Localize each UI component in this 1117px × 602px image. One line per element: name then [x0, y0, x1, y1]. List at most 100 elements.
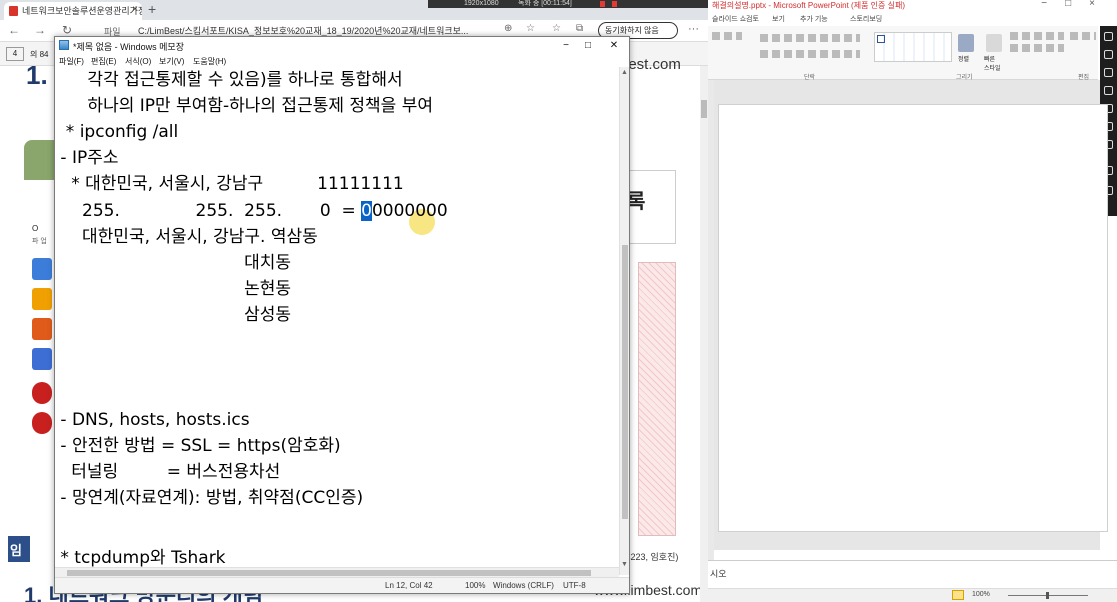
alignment-buttons[interactable]	[760, 50, 860, 58]
app-icon[interactable]	[32, 348, 52, 370]
notes-text: 시오	[710, 569, 727, 579]
slide-canvas	[714, 80, 1108, 550]
minimize-button[interactable]: −	[555, 37, 577, 54]
view-normal-icon[interactable]	[952, 590, 964, 600]
app-icon[interactable]	[32, 318, 52, 340]
ppt-zoom: 100%	[972, 591, 990, 598]
horizontal-scroll-thumb[interactable]	[67, 570, 591, 576]
text-line: 하나의 IP만 부여함-하나의 접근통제 정책을 부여	[55, 96, 434, 116]
shape-selected[interactable]	[877, 35, 885, 43]
quick-styles-label: 빠른 스타일	[984, 57, 1001, 72]
author-note: s223, 임호진)	[626, 552, 679, 562]
text-line: - IP주소	[55, 148, 119, 168]
notepad-title-bar: *제목 없음 - Windows 메모장 − □ ✕	[55, 37, 629, 54]
pen-icon[interactable]	[1104, 32, 1113, 41]
menu-file[interactable]: 파일(F)	[59, 56, 84, 67]
text-line: - DNS, hosts, hosts.ics	[55, 410, 250, 430]
notes-pane[interactable]: 시오	[708, 560, 1117, 588]
text-line: 대치동	[55, 253, 292, 273]
window-controls[interactable]: −□×	[1041, 0, 1113, 9]
text-line: 논현동	[55, 279, 292, 299]
menu-help[interactable]: 도움말(H)	[193, 56, 226, 67]
scroll-down-icon[interactable]: ▼	[621, 561, 628, 568]
zoom-slider-knob[interactable]	[1046, 592, 1049, 599]
selected-text: 0	[361, 201, 372, 221]
paragraph-buttons[interactable]	[760, 34, 860, 42]
notepad-icon	[59, 40, 69, 50]
shape-outline-buttons[interactable]	[1010, 44, 1064, 52]
shapes-gallery[interactable]	[874, 32, 952, 62]
quick-styles-icon[interactable]	[986, 34, 1002, 52]
encoding: UTF-8	[563, 581, 586, 590]
ribbon-tabs: 슬라이드 쇼 검토 보기 추가 기능 스토리보딩	[708, 12, 1117, 26]
browser-tab-bar: 네트워크보안솔루션운영관리가정 × + 1920x1080 녹화 중 [00:1…	[0, 0, 708, 20]
menu-bar: 파일(F) 편집(E) 서식(O) 보기(V) 도움말(H)	[55, 54, 629, 67]
maximize-button[interactable]: □	[577, 37, 599, 54]
app-icon[interactable]	[32, 258, 52, 280]
more-menu-icon[interactable]: ···	[688, 23, 699, 35]
close-tab-icon[interactable]: ×	[132, 4, 138, 15]
scroll-up-icon[interactable]: ▲	[621, 69, 628, 76]
zoom-icon[interactable]: ⊕	[504, 23, 512, 34]
ppt-status-bar: 100%	[708, 588, 1117, 602]
pause-icon[interactable]	[600, 1, 605, 7]
ppt-title: 해결의설명.pptx - Microsoft PowerPoint (제품 인증…	[712, 1, 905, 10]
slide[interactable]	[718, 104, 1108, 532]
dropdown-sub: 파 업	[32, 238, 47, 245]
app-icon[interactable]	[32, 412, 52, 434]
forward-icon[interactable]: →	[34, 23, 46, 37]
scrollbar-thumb[interactable]	[701, 100, 707, 118]
close-button[interactable]: ✕	[603, 37, 625, 54]
text-line: - 안전한 방법 = SSL = https(암호화)	[55, 436, 341, 456]
app-icon[interactable]	[32, 382, 52, 404]
vertical-scroll-thumb[interactable]	[622, 245, 628, 519]
menu-view[interactable]: 보기(V)	[159, 56, 184, 67]
ribbon: 정렬 빠른 스타일 단락 그리기 편집	[708, 26, 1098, 81]
collections-icon[interactable]: ⧉	[576, 23, 583, 34]
app-icon-column: O 파 업	[30, 222, 52, 442]
shape-fill-buttons[interactable]	[1010, 32, 1064, 40]
pen-icon[interactable]	[1104, 68, 1113, 77]
powerpoint-window: 해결의설명.pptx - Microsoft PowerPoint (제품 인증…	[708, 0, 1117, 602]
line-ending: Windows (CRLF)	[493, 581, 554, 590]
ribbon-tab[interactable]: 추가 기능	[800, 14, 828, 24]
highlighter-icon[interactable]	[1104, 86, 1113, 95]
menu-edit[interactable]: 편집(E)	[91, 56, 116, 67]
back-icon[interactable]: ←	[8, 23, 20, 37]
hatched-panel	[638, 262, 676, 536]
browser-scrollbar[interactable]	[700, 66, 708, 602]
zoom-level: 100%	[465, 581, 486, 590]
text-after-selection: 0000000	[371, 201, 448, 221]
vertical-scrollbar[interactable]: ▲ ▼	[619, 67, 629, 575]
browser-tab[interactable]: 네트워크보안솔루션운영관리가정 ×	[4, 2, 142, 20]
arrange-icon[interactable]	[958, 34, 974, 52]
arrange-label: 정렬	[958, 57, 970, 63]
text-line: 삼성동	[55, 305, 292, 325]
horizontal-scrollbar[interactable]	[55, 567, 619, 577]
text-line: 터널링 = 버스전용차선	[55, 462, 281, 482]
pen-icon[interactable]	[1104, 50, 1113, 59]
favorites-icon[interactable]: ☆	[552, 23, 561, 34]
text-line: - 망연계(자료연계): 방법, 취약점(CC인증)	[55, 488, 364, 508]
ribbon-tab[interactable]: 스토리보딩	[850, 14, 882, 24]
ppt-title-bar: 해결의설명.pptx - Microsoft PowerPoint (제품 인증…	[708, 0, 1117, 12]
new-tab-button[interactable]: +	[148, 1, 156, 17]
text-editor[interactable]: 각각 접근통제할 수 있음)를 하나로 통합해서 하나의 IP만 부여함-하나의…	[55, 67, 621, 575]
text-line: * ipconfig /all	[55, 122, 179, 142]
stop-icon[interactable]	[612, 1, 617, 7]
app-icon[interactable]	[32, 288, 52, 310]
dropdown-label: O	[32, 224, 39, 233]
ribbon-tab[interactable]: 보기	[772, 14, 785, 24]
menu-format[interactable]: 서식(O)	[125, 56, 151, 67]
editing-buttons[interactable]	[1070, 32, 1096, 40]
favorite-star-icon[interactable]: ☆	[526, 23, 535, 34]
ribbon-tab[interactable]: 슬라이드 쇼	[712, 14, 746, 24]
page-number-input[interactable]: 4	[6, 47, 24, 61]
side-badge: 임	[8, 536, 30, 562]
recording-time: 녹화 중 [00:11:54]	[518, 0, 572, 7]
format-buttons[interactable]	[712, 32, 742, 40]
refresh-icon[interactable]: ↻	[62, 23, 72, 37]
ribbon-tab[interactable]: 검토	[746, 14, 759, 24]
text-line: 각각 접근통제할 수 있음)를 하나로 통합해서	[55, 70, 403, 90]
heading-number: 1.	[26, 60, 48, 90]
